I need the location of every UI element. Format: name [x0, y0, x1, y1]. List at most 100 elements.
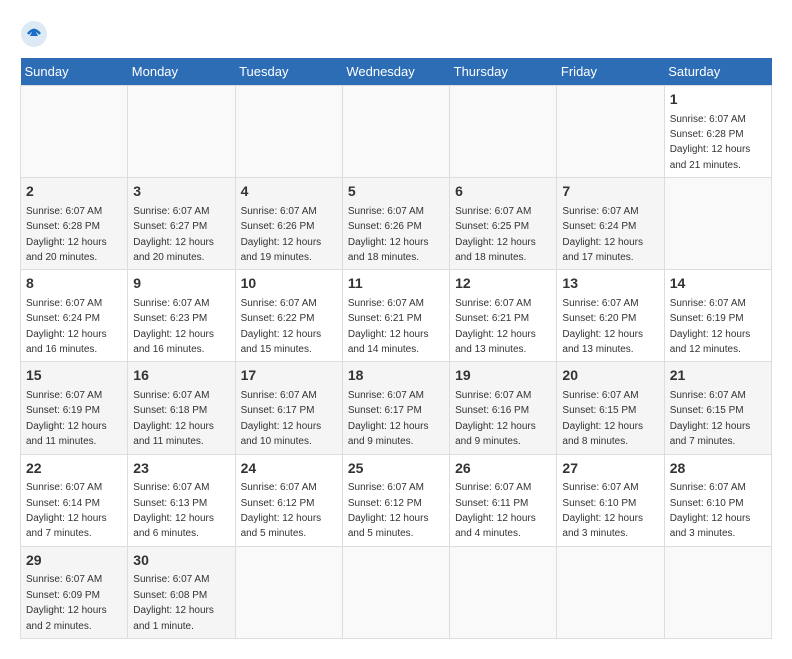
day-number: 10	[241, 274, 337, 294]
day-info: Sunrise: 6:07 AMSunset: 6:21 PMDaylight:…	[348, 298, 429, 355]
calendar-week-row: 8 Sunrise: 6:07 AMSunset: 6:24 PMDayligh…	[21, 270, 772, 362]
day-info: Sunrise: 6:07 AMSunset: 6:22 PMDaylight:…	[241, 298, 322, 355]
calendar-cell: 14 Sunrise: 6:07 AMSunset: 6:19 PMDaylig…	[664, 270, 771, 362]
calendar-week-row: 2 Sunrise: 6:07 AMSunset: 6:28 PMDayligh…	[21, 178, 772, 270]
day-info: Sunrise: 6:07 AMSunset: 6:19 PMDaylight:…	[670, 298, 751, 355]
calendar-cell: 17 Sunrise: 6:07 AMSunset: 6:17 PMDaylig…	[235, 362, 342, 454]
header-friday: Friday	[557, 58, 664, 86]
calendar-cell: 29 Sunrise: 6:07 AMSunset: 6:09 PMDaylig…	[21, 546, 128, 638]
day-number: 1	[670, 90, 766, 110]
day-info: Sunrise: 6:07 AMSunset: 6:24 PMDaylight:…	[562, 206, 643, 263]
header-saturday: Saturday	[664, 58, 771, 86]
calendar-week-row: 29 Sunrise: 6:07 AMSunset: 6:09 PMDaylig…	[21, 546, 772, 638]
logo	[20, 20, 52, 48]
day-number: 15	[26, 366, 122, 386]
calendar-cell: 26 Sunrise: 6:07 AMSunset: 6:11 PMDaylig…	[450, 454, 557, 546]
calendar-week-row: 22 Sunrise: 6:07 AMSunset: 6:14 PMDaylig…	[21, 454, 772, 546]
calendar-cell: 3 Sunrise: 6:07 AMSunset: 6:27 PMDayligh…	[128, 178, 235, 270]
day-number: 9	[133, 274, 229, 294]
day-number: 16	[133, 366, 229, 386]
calendar-cell: 4 Sunrise: 6:07 AMSunset: 6:26 PMDayligh…	[235, 178, 342, 270]
day-info: Sunrise: 6:07 AMSunset: 6:08 PMDaylight:…	[133, 574, 214, 631]
day-info: Sunrise: 6:07 AMSunset: 6:17 PMDaylight:…	[241, 390, 322, 447]
day-number: 20	[562, 366, 658, 386]
day-info: Sunrise: 6:07 AMSunset: 6:17 PMDaylight:…	[348, 390, 429, 447]
calendar-cell: 13 Sunrise: 6:07 AMSunset: 6:20 PMDaylig…	[557, 270, 664, 362]
calendar-cell	[557, 86, 664, 178]
header-sunday: Sunday	[21, 58, 128, 86]
day-info: Sunrise: 6:07 AMSunset: 6:15 PMDaylight:…	[562, 390, 643, 447]
calendar-cell	[557, 546, 664, 638]
day-number: 22	[26, 459, 122, 479]
day-info: Sunrise: 6:07 AMSunset: 6:13 PMDaylight:…	[133, 482, 214, 539]
calendar-cell: 27 Sunrise: 6:07 AMSunset: 6:10 PMDaylig…	[557, 454, 664, 546]
weekday-header-row: Sunday Monday Tuesday Wednesday Thursday…	[21, 58, 772, 86]
calendar-cell: 19 Sunrise: 6:07 AMSunset: 6:16 PMDaylig…	[450, 362, 557, 454]
calendar-cell	[235, 546, 342, 638]
calendar-cell	[342, 86, 449, 178]
day-number: 2	[26, 182, 122, 202]
day-number: 30	[133, 551, 229, 571]
day-number: 8	[26, 274, 122, 294]
day-number: 13	[562, 274, 658, 294]
day-number: 19	[455, 366, 551, 386]
calendar-cell: 15 Sunrise: 6:07 AMSunset: 6:19 PMDaylig…	[21, 362, 128, 454]
header-monday: Monday	[128, 58, 235, 86]
calendar-cell: 6 Sunrise: 6:07 AMSunset: 6:25 PMDayligh…	[450, 178, 557, 270]
day-info: Sunrise: 6:07 AMSunset: 6:25 PMDaylight:…	[455, 206, 536, 263]
day-number: 6	[455, 182, 551, 202]
calendar-week-row: 1 Sunrise: 6:07 AMSunset: 6:28 PMDayligh…	[21, 86, 772, 178]
calendar-cell: 20 Sunrise: 6:07 AMSunset: 6:15 PMDaylig…	[557, 362, 664, 454]
calendar-cell: 8 Sunrise: 6:07 AMSunset: 6:24 PMDayligh…	[21, 270, 128, 362]
calendar-cell: 23 Sunrise: 6:07 AMSunset: 6:13 PMDaylig…	[128, 454, 235, 546]
calendar-cell	[664, 178, 771, 270]
day-number: 28	[670, 459, 766, 479]
day-info: Sunrise: 6:07 AMSunset: 6:26 PMDaylight:…	[348, 206, 429, 263]
day-info: Sunrise: 6:07 AMSunset: 6:24 PMDaylight:…	[26, 298, 107, 355]
day-number: 27	[562, 459, 658, 479]
day-number: 23	[133, 459, 229, 479]
calendar-cell: 25 Sunrise: 6:07 AMSunset: 6:12 PMDaylig…	[342, 454, 449, 546]
day-info: Sunrise: 6:07 AMSunset: 6:11 PMDaylight:…	[455, 482, 536, 539]
day-info: Sunrise: 6:07 AMSunset: 6:20 PMDaylight:…	[562, 298, 643, 355]
day-info: Sunrise: 6:07 AMSunset: 6:27 PMDaylight:…	[133, 206, 214, 263]
day-info: Sunrise: 6:07 AMSunset: 6:28 PMDaylight:…	[670, 114, 751, 171]
day-number: 14	[670, 274, 766, 294]
calendar-table: Sunday Monday Tuesday Wednesday Thursday…	[20, 58, 772, 639]
header-tuesday: Tuesday	[235, 58, 342, 86]
day-info: Sunrise: 6:07 AMSunset: 6:10 PMDaylight:…	[670, 482, 751, 539]
day-number: 5	[348, 182, 444, 202]
calendar-cell: 9 Sunrise: 6:07 AMSunset: 6:23 PMDayligh…	[128, 270, 235, 362]
calendar-cell	[342, 546, 449, 638]
calendar-cell: 28 Sunrise: 6:07 AMSunset: 6:10 PMDaylig…	[664, 454, 771, 546]
day-number: 26	[455, 459, 551, 479]
calendar-cell: 5 Sunrise: 6:07 AMSunset: 6:26 PMDayligh…	[342, 178, 449, 270]
header-thursday: Thursday	[450, 58, 557, 86]
calendar-cell: 10 Sunrise: 6:07 AMSunset: 6:22 PMDaylig…	[235, 270, 342, 362]
calendar-week-row: 15 Sunrise: 6:07 AMSunset: 6:19 PMDaylig…	[21, 362, 772, 454]
calendar-cell: 24 Sunrise: 6:07 AMSunset: 6:12 PMDaylig…	[235, 454, 342, 546]
day-info: Sunrise: 6:07 AMSunset: 6:23 PMDaylight:…	[133, 298, 214, 355]
calendar-cell	[235, 86, 342, 178]
calendar-cell: 2 Sunrise: 6:07 AMSunset: 6:28 PMDayligh…	[21, 178, 128, 270]
header-wednesday: Wednesday	[342, 58, 449, 86]
day-number: 4	[241, 182, 337, 202]
calendar-cell	[450, 86, 557, 178]
day-number: 11	[348, 274, 444, 294]
day-info: Sunrise: 6:07 AMSunset: 6:12 PMDaylight:…	[348, 482, 429, 539]
calendar-cell	[664, 546, 771, 638]
day-number: 7	[562, 182, 658, 202]
day-info: Sunrise: 6:07 AMSunset: 6:26 PMDaylight:…	[241, 206, 322, 263]
day-number: 3	[133, 182, 229, 202]
calendar-cell	[450, 546, 557, 638]
calendar-cell: 30 Sunrise: 6:07 AMSunset: 6:08 PMDaylig…	[128, 546, 235, 638]
day-info: Sunrise: 6:07 AMSunset: 6:28 PMDaylight:…	[26, 206, 107, 263]
day-info: Sunrise: 6:07 AMSunset: 6:10 PMDaylight:…	[562, 482, 643, 539]
day-number: 12	[455, 274, 551, 294]
calendar-cell	[21, 86, 128, 178]
calendar-cell	[128, 86, 235, 178]
calendar-cell: 7 Sunrise: 6:07 AMSunset: 6:24 PMDayligh…	[557, 178, 664, 270]
day-number: 18	[348, 366, 444, 386]
header	[20, 20, 772, 48]
day-info: Sunrise: 6:07 AMSunset: 6:09 PMDaylight:…	[26, 574, 107, 631]
